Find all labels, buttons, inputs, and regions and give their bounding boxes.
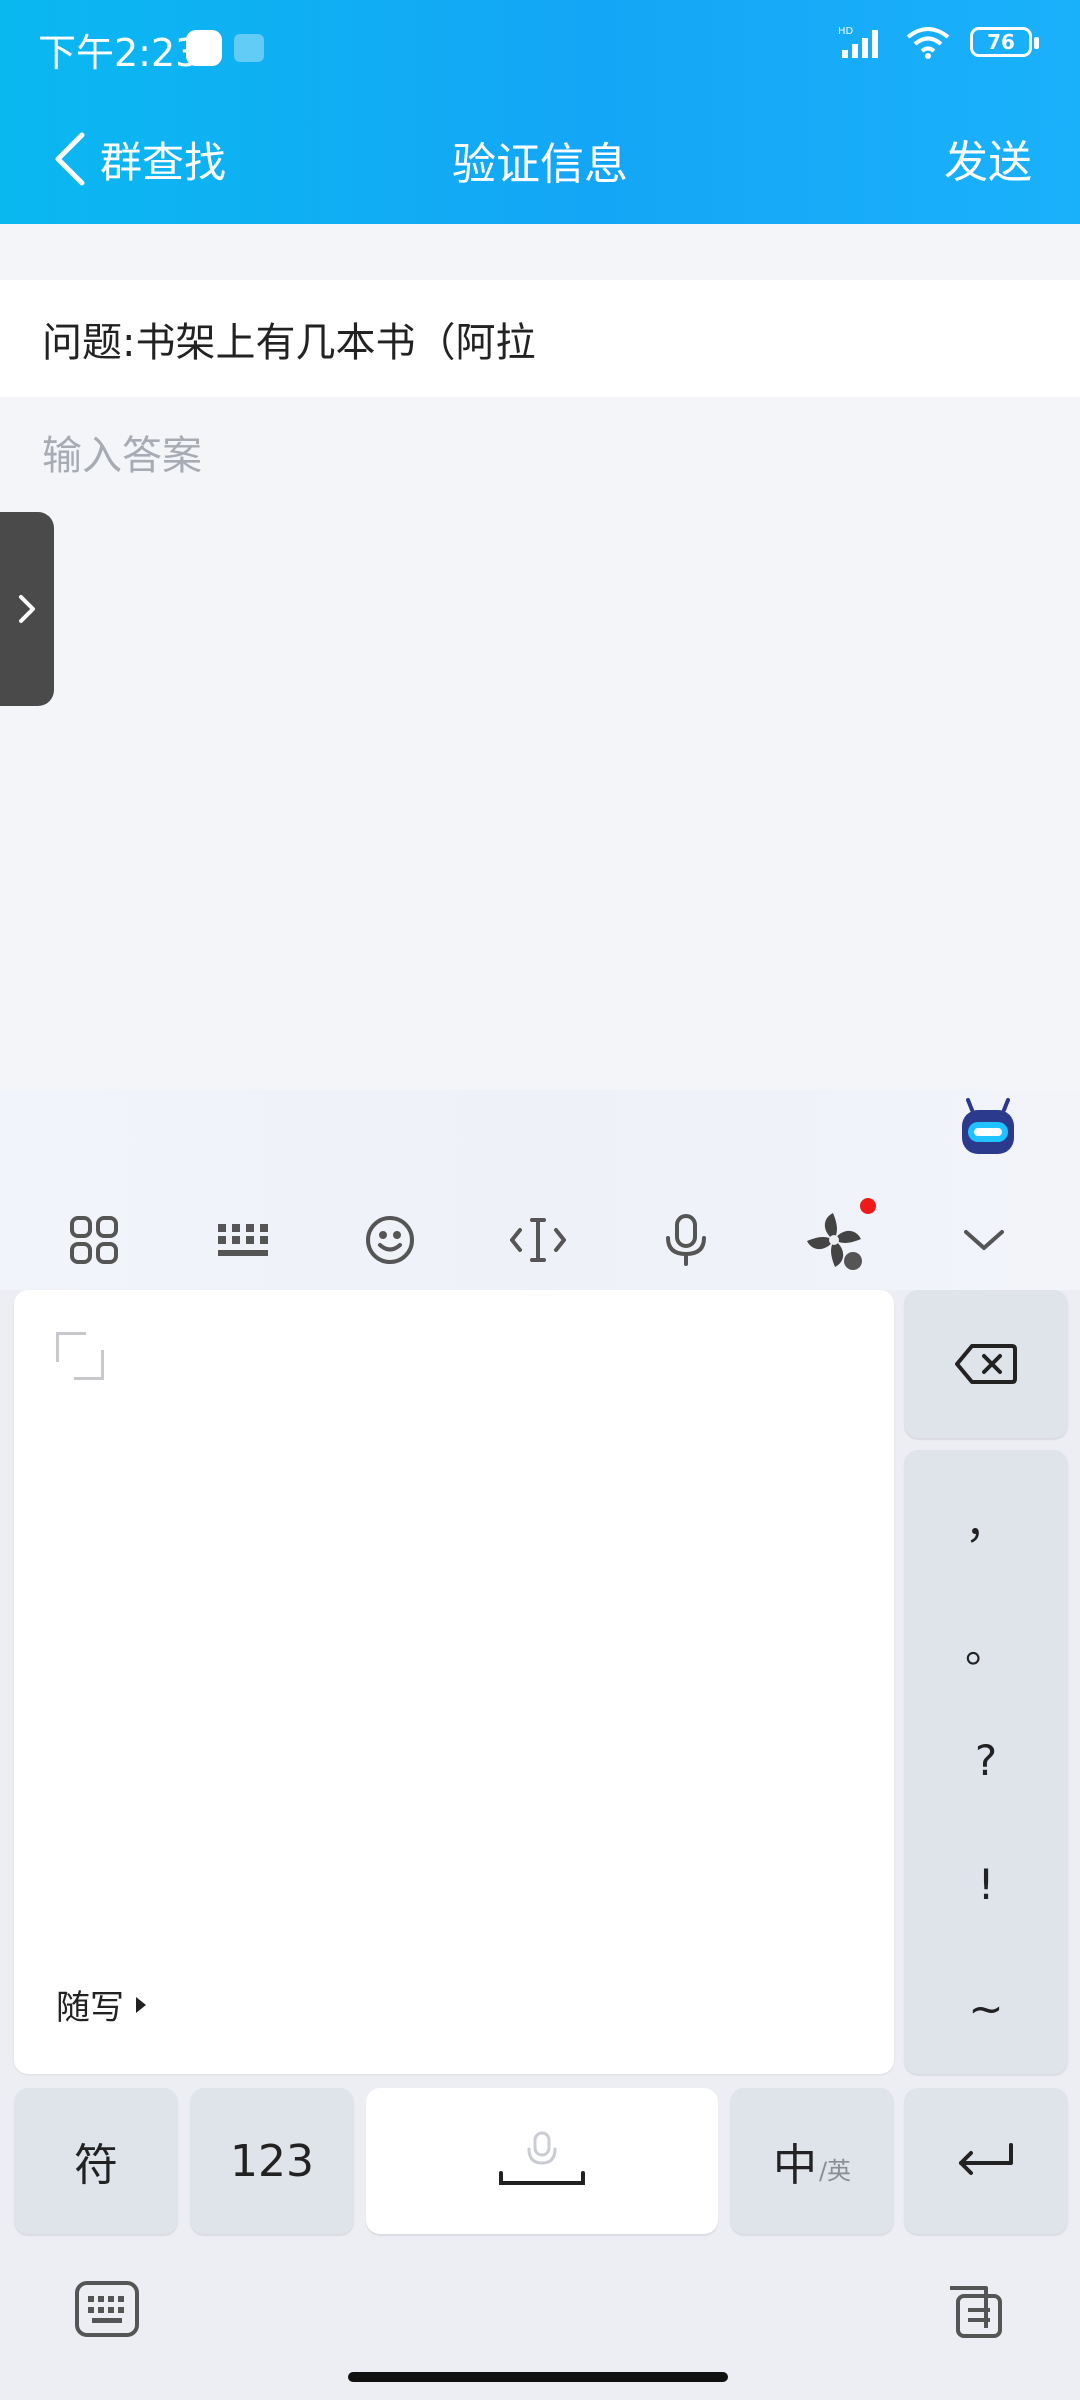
punct-key-tilde[interactable]: ~ (904, 1984, 1068, 2033)
status-time: 下午2:23 (38, 31, 200, 75)
punct-key-comma[interactable]: ， (904, 1490, 1068, 1551)
send-button[interactable]: 发送 (944, 126, 1032, 190)
enter-key[interactable] (904, 2088, 1068, 2234)
chevron-right-icon (19, 595, 35, 623)
clipboard-icon[interactable] (940, 2278, 1006, 2340)
wifi-icon (906, 27, 950, 59)
cursor-icon[interactable] (488, 1190, 588, 1290)
battery-level: 76 (987, 30, 1015, 54)
emoji-icon[interactable] (340, 1190, 440, 1290)
handwriting-area[interactable]: 随写 (14, 1290, 894, 2074)
keyboard-toolbar (0, 1090, 1080, 1290)
punct-key-exclaim[interactable]: ! (904, 1860, 1068, 1909)
nav-bar: 群查找 验证信息 发送 (0, 100, 1080, 224)
notification-dot (860, 1198, 876, 1214)
side-panel-handle[interactable] (0, 512, 54, 706)
language-switch-key[interactable]: 中 /英 (730, 2088, 894, 2234)
status-bar: 下午2:23 HD 76 (0, 0, 1080, 100)
backspace-key[interactable] (904, 1290, 1068, 1438)
play-triangle-icon (136, 1996, 146, 2013)
hd-label: HD (838, 26, 854, 37)
freewrite-label: 随写 (56, 1988, 124, 2028)
home-indicator[interactable] (348, 2372, 728, 2382)
lang-main-label: 中 (772, 2140, 817, 2191)
fan-ad-icon[interactable] (784, 1190, 884, 1290)
top-bar: 下午2:23 HD 76 群查找 验证信息 发送 (0, 0, 1080, 224)
keyboard-icon[interactable] (192, 1190, 292, 1290)
page-title: 验证信息 (452, 139, 628, 190)
battery-icon: 76 (970, 27, 1039, 57)
answer-input[interactable] (0, 397, 1080, 515)
app-notification-icon (186, 30, 222, 66)
status-indicators: HD 76 (838, 24, 1039, 60)
expand-corner-icon-part (74, 1350, 104, 1380)
microphone-icon[interactable] (636, 1190, 736, 1290)
space-key[interactable] (366, 2088, 718, 2234)
enter-icon (959, 2143, 1013, 2175)
punct-key-period[interactable]: 。 (904, 1614, 1068, 1675)
space-mic-icon (499, 2131, 585, 2185)
question-text: 问题:书架上有几本书（阿拉 (0, 280, 1080, 397)
punctuation-column: ， 。 ? ! ~ (904, 1450, 1068, 2074)
punct-key-question[interactable]: ? (904, 1736, 1068, 1785)
keyboard-notification-icon (234, 34, 264, 62)
signal-icon: HD (838, 26, 878, 58)
symbols-key[interactable]: 符 (14, 2088, 178, 2234)
keyboard-switch-icon[interactable] (74, 2280, 140, 2338)
lang-sub-label: /英 (818, 2156, 852, 2185)
assistant-robot-icon[interactable] (958, 1098, 1018, 1158)
freewrite-button[interactable]: 随写 (56, 1980, 148, 2029)
backspace-icon (955, 1344, 1017, 1384)
collapse-chevron-icon[interactable] (934, 1190, 1034, 1290)
apps-grid-icon[interactable] (44, 1190, 144, 1290)
numbers-key[interactable]: 123 (190, 2088, 354, 2234)
